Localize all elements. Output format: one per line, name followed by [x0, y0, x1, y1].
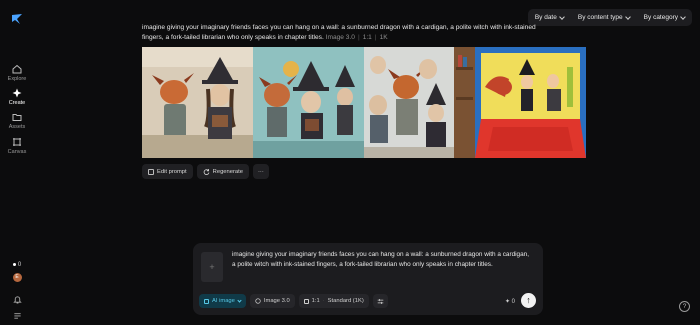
sliders-icon [377, 298, 384, 304]
generated-image-2[interactable] [253, 47, 364, 158]
regenerate-button[interactable]: Regenerate [196, 164, 249, 179]
sidebar-item-label: Explore [7, 76, 27, 82]
avatar: E [12, 273, 22, 282]
prompt-composer: + imagine giving your imaginary friends … [193, 243, 543, 315]
generation-prompt: imagine giving your imaginary friends fa… [142, 24, 536, 41]
sidebar-item-assets[interactable]: Assets [0, 112, 34, 130]
prompt-input[interactable]: imagine giving your imaginary friends fa… [232, 250, 532, 270]
generated-image-3[interactable] [364, 47, 475, 158]
quality-label: Standard (1K) [327, 298, 364, 304]
sidebar-item-create[interactable]: Create [0, 88, 34, 106]
filter-label: By category [643, 14, 678, 21]
more-options-button[interactable]: ··· [252, 164, 269, 179]
question-icon: ? [682, 303, 687, 310]
generated-image-1[interactable] [142, 47, 253, 158]
more-icon: ··· [257, 168, 264, 175]
model-tag: Image 3.0 [325, 34, 355, 41]
sidebar-item-canvas[interactable]: Canvas [0, 137, 34, 155]
model-icon [255, 298, 261, 304]
aspect-ratio-icon [303, 298, 309, 304]
sidebar-item-label: Canvas [7, 149, 27, 155]
size-selector[interactable]: 1:1 · Standard (1K) [298, 294, 369, 308]
sparkle-small-icon: ✦ [504, 299, 510, 305]
chevron-down-icon [237, 297, 242, 303]
mode-selector[interactable]: AI image [199, 294, 246, 308]
filter-by-category[interactable]: By category [639, 11, 690, 24]
menu-icon [13, 313, 21, 319]
sparkle-icon [12, 88, 22, 98]
filter-label: By date [534, 14, 557, 21]
edit-icon [148, 168, 154, 175]
resolution-tag: 1K [379, 34, 388, 41]
composer-toolbar: AI image Image 3.0 1:1 · Standard (1K) [199, 294, 388, 308]
send-button[interactable]: ↑ [521, 293, 536, 308]
regenerate-label: Regenerate [212, 168, 243, 175]
settings-button[interactable] [372, 294, 388, 308]
generated-images [142, 47, 586, 158]
credit-dot-icon [12, 262, 16, 266]
chevron-down-icon [680, 13, 686, 20]
sidebar: Explore Create Assets Canvas 0 E [0, 0, 34, 325]
sidebar-item-label: Assets [8, 124, 26, 130]
arrow-up-icon: ↑ [526, 295, 531, 305]
user-avatar[interactable]: E [0, 273, 34, 282]
image-actions: Edit prompt Regenerate ··· [142, 164, 269, 179]
bell-icon [12, 296, 22, 304]
app-logo-icon[interactable] [11, 13, 23, 25]
folder-icon [12, 114, 22, 121]
edit-prompt-label: Edit prompt [157, 168, 187, 175]
chevron-down-icon [624, 13, 631, 20]
generated-image-4[interactable] [475, 47, 586, 158]
canvas-icon [13, 138, 21, 146]
ratio-label: 1:1 [311, 298, 320, 304]
sidebar-item-label: Create [8, 100, 26, 106]
home-icon [12, 64, 22, 74]
filter-label: By content type [577, 14, 623, 21]
model-selector[interactable]: Image 3.0 [249, 294, 295, 308]
edit-prompt-button[interactable]: Edit prompt [142, 164, 193, 179]
help-button[interactable]: ? [679, 301, 690, 312]
upload-reference-button[interactable]: + [201, 252, 223, 282]
refresh-icon [203, 169, 210, 175]
credits-indicator[interactable]: 0 [0, 253, 34, 271]
mode-label: AI image [212, 298, 235, 304]
credits-count: 0 [17, 262, 22, 268]
model-label: Image 3.0 [263, 298, 290, 304]
image-icon [204, 298, 209, 304]
credit-cost-value: 0 [511, 299, 515, 305]
plus-icon: + [209, 262, 215, 272]
ratio-tag: 1:1 [362, 34, 372, 41]
sidebar-item-explore[interactable]: Explore [0, 64, 34, 82]
chevron-down-icon [559, 13, 565, 20]
menu-button[interactable] [0, 307, 34, 325]
filter-by-content-type[interactable]: By content type [573, 11, 635, 24]
credit-cost: ✦ 0 [505, 298, 515, 305]
